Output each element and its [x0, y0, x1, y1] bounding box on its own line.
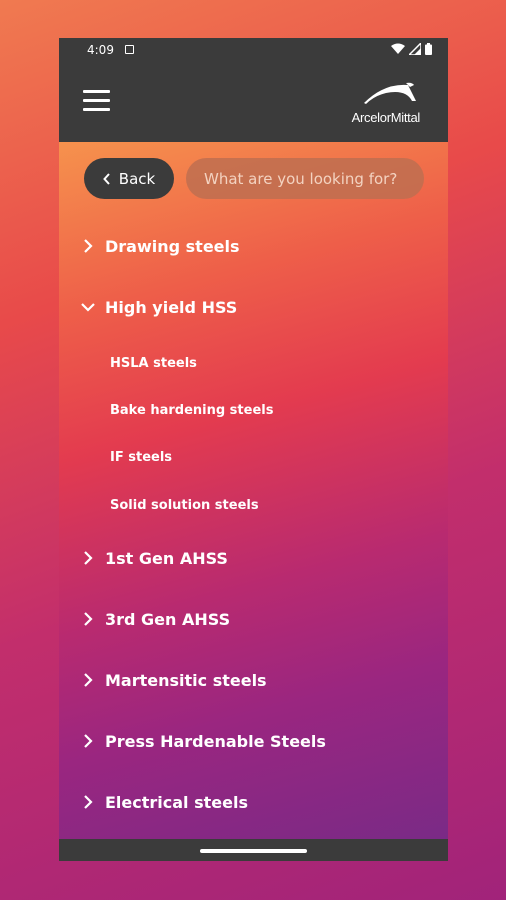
category-label: High yield HSS: [105, 297, 238, 317]
arcelormittal-logo-icon: [364, 82, 416, 104]
category-martensitic-steels[interactable]: Martensitic steels: [81, 665, 267, 695]
notification-icon: [125, 45, 134, 54]
status-time: 4:09: [87, 43, 114, 57]
gesture-handle[interactable]: [200, 849, 307, 853]
category-menu: Drawing steels High yield HSS HSLA steel…: [59, 142, 448, 839]
category-1st-gen-ahss[interactable]: 1st Gen AHSS: [81, 543, 228, 573]
chevron-down-icon: [81, 303, 95, 312]
subcategory-label: Solid solution steels: [110, 497, 259, 513]
category-3rd-gen-ahss[interactable]: 3rd Gen AHSS: [81, 604, 230, 634]
chevron-right-icon: [84, 239, 93, 253]
category-label: Electrical steels: [105, 792, 248, 812]
subcategory-hsla-steels[interactable]: HSLA steels: [110, 351, 197, 375]
category-label: Drawing steels: [105, 236, 240, 256]
phone-screen: 4:09 ArcelorMittal Back Dra: [59, 38, 448, 861]
system-icons: [391, 43, 432, 55]
category-label: 3rd Gen AHSS: [105, 609, 231, 629]
chevron-right-icon: [84, 612, 93, 626]
subcategory-if-steels[interactable]: IF steels: [110, 445, 172, 469]
app-bar: ArcelorMittal: [59, 63, 448, 142]
brand-logo: ArcelorMittal: [320, 81, 420, 127]
chevron-right-icon: [84, 734, 93, 748]
catalog-panel: Back Drawing steels High yield HSS HSLA …: [59, 142, 448, 839]
subcategory-label: IF steels: [110, 449, 173, 465]
status-bar: 4:09: [59, 38, 448, 63]
chevron-right-icon: [84, 673, 93, 687]
chevron-right-icon: [84, 795, 93, 809]
category-label: Press Hardenable Steels: [105, 731, 326, 751]
subcategory-label: HSLA steels: [110, 355, 197, 371]
subcategory-solid-solution-steels[interactable]: Solid solution steels: [110, 493, 259, 517]
category-press-hardenable-steels[interactable]: Press Hardenable Steels: [81, 726, 326, 756]
subcategory-label: Bake hardening steels: [110, 402, 274, 418]
brand-name: ArcelorMittal: [351, 110, 421, 125]
category-electrical-steels[interactable]: Electrical steels: [81, 787, 248, 817]
battery-icon: [425, 43, 432, 55]
hamburger-icon[interactable]: [83, 90, 110, 112]
category-label: 1st Gen AHSS: [105, 548, 228, 568]
category-label: Martensitic steels: [105, 670, 267, 690]
category-high-yield-hss[interactable]: High yield HSS: [81, 292, 237, 322]
wifi-icon: [391, 43, 405, 54]
chevron-right-icon: [84, 551, 93, 565]
subcategory-bake-hardening-steels[interactable]: Bake hardening steels: [110, 398, 273, 422]
navigation-bar: [59, 839, 448, 861]
signal-icon: [409, 43, 421, 55]
category-drawing-steels[interactable]: Drawing steels: [81, 231, 240, 261]
